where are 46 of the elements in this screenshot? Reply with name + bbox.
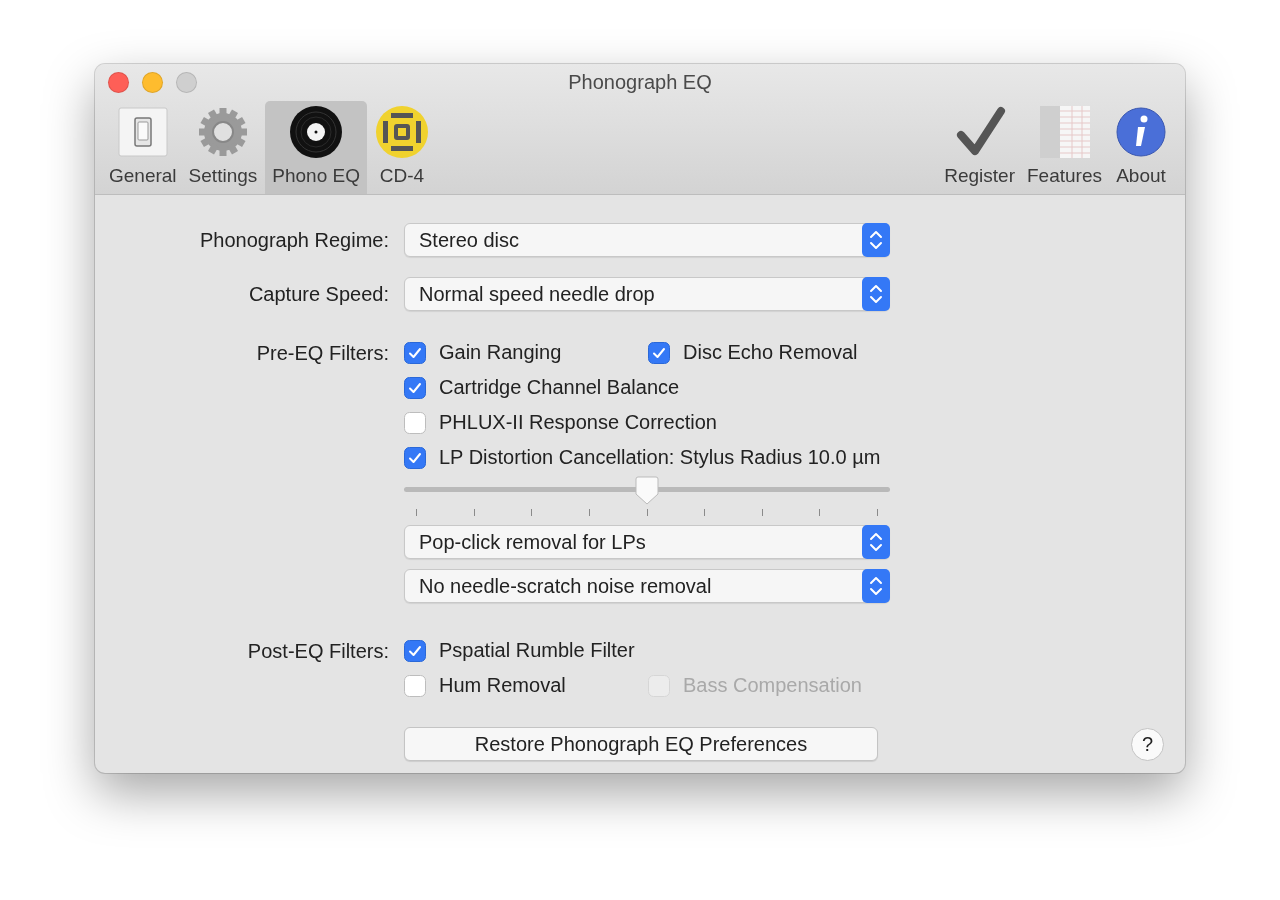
field-label: Pre-EQ Filters: — [255, 341, 389, 365]
restore-button[interactable]: Restore Phonograph EQ Preferences — [404, 727, 878, 761]
close-button[interactable] — [108, 72, 129, 93]
info-icon — [1114, 105, 1168, 159]
toolbar-tab[interactable]: Phono EQ — [265, 101, 367, 194]
stepper-icon — [862, 223, 890, 257]
minimize-button[interactable] — [142, 72, 163, 93]
toolbar-button[interactable]: Features — [1023, 101, 1106, 194]
checkbox[interactable] — [404, 639, 426, 662]
checkbox[interactable] — [648, 341, 670, 364]
checkbox-label: Cartridge Channel Balance — [439, 376, 680, 399]
checkbox-label: LP Distortion Cancellation: Stylus Radius 10.0 µm — [439, 446, 881, 469]
stepper-icon — [862, 525, 890, 559]
stepper-icon — [862, 277, 890, 311]
checkbox[interactable] — [404, 674, 426, 697]
toolbar-tab[interactable]: CD-4 — [370, 101, 433, 194]
window-title: Phonograph EQ — [568, 71, 712, 94]
checkbox[interactable] — [404, 376, 426, 399]
checkbox[interactable] — [404, 446, 426, 469]
help-button[interactable]: ? — [1131, 727, 1164, 761]
popup-menu[interactable]: Stereo disc — [404, 223, 890, 257]
checkbox-label: Bass Compensation — [683, 674, 862, 697]
light-switch-icon — [115, 105, 170, 159]
popup-menu[interactable]: Normal speed needle drop — [404, 277, 890, 311]
spreadsheet-icon — [1037, 105, 1092, 159]
toolbar-tab[interactable]: Settings — [184, 101, 262, 194]
checkbox-label: Disc Echo Removal — [683, 341, 858, 364]
stepper-icon — [862, 569, 890, 603]
toolbar-button[interactable]: About — [1110, 101, 1172, 194]
field-label: Post-EQ Filters: — [246, 639, 389, 663]
checkbox-label: Gain Ranging — [439, 341, 562, 364]
popup-menu[interactable]: No needle-scratch noise removal — [404, 569, 890, 603]
checkbox-label: Hum Removal — [439, 674, 566, 697]
checkbox-label: Pspatial Rumble Filter — [439, 639, 635, 662]
checkbox-label: PHLUX-II Response Correction — [439, 411, 717, 434]
slider-thumb[interactable] — [634, 476, 660, 506]
toolbar-tab[interactable]: General — [105, 101, 181, 194]
field-label: Capture Speed: — [247, 282, 389, 306]
checkbox[interactable] — [404, 341, 426, 364]
checkbox[interactable] — [404, 411, 426, 434]
field-label: Phonograph Regime: — [199, 228, 389, 252]
zoom-button[interactable] — [176, 72, 197, 93]
toolbar-button[interactable]: Register — [940, 101, 1019, 194]
pattern-disc-icon — [374, 105, 429, 159]
vinyl-record-icon — [289, 105, 344, 159]
popup-menu[interactable]: Pop-click removal for LPs — [404, 525, 890, 559]
